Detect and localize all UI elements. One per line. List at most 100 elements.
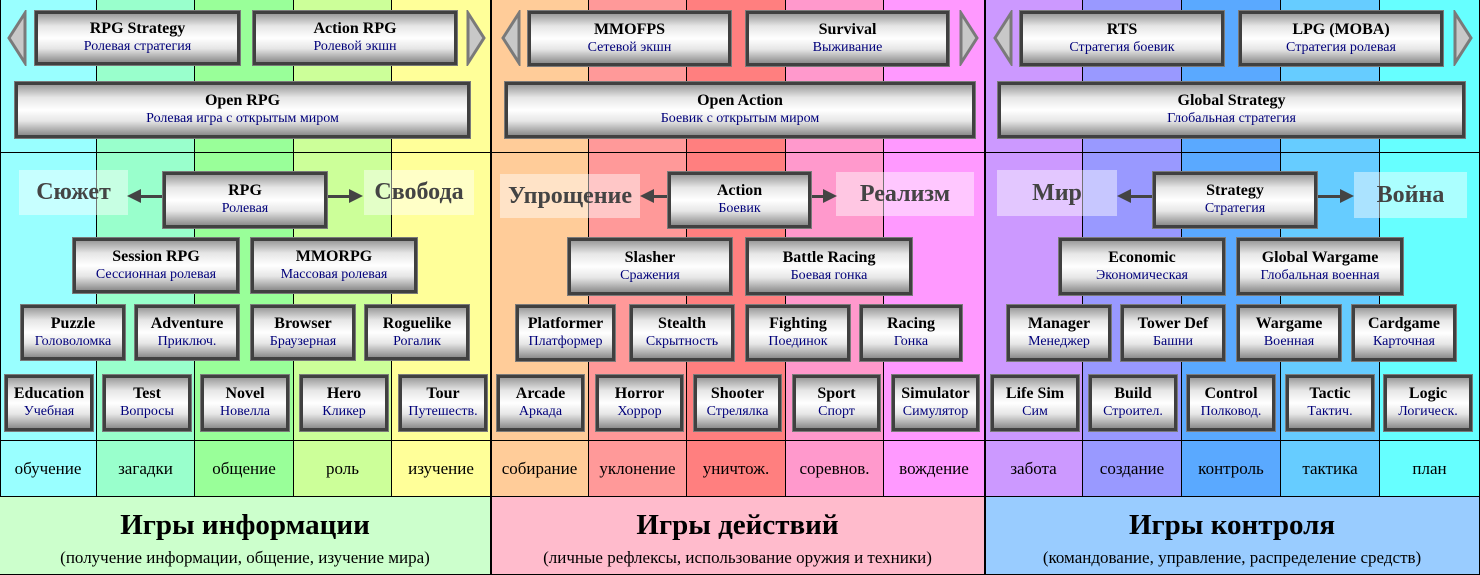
base-genre-box[interactable]: Horror Хоррор xyxy=(595,374,684,432)
genre-name: Education xyxy=(13,385,85,402)
genre-box[interactable]: Platformer Платформер xyxy=(515,304,616,362)
base-genre-box[interactable]: Build Строител. xyxy=(1088,374,1178,432)
genre-name-ru: Гонка xyxy=(893,334,929,349)
open-world-box[interactable]: Open RPG Ролевая игра с открытым миром xyxy=(14,81,471,139)
arrow-left-icon xyxy=(127,189,141,203)
base-genre-box[interactable]: Simulator Симулятор xyxy=(891,374,980,432)
genre-name: Global Strategy xyxy=(1177,92,1286,109)
genre-name: Action xyxy=(716,182,763,199)
top-genre-box[interactable]: RTS Стратегия боевик xyxy=(1019,10,1225,67)
genre-name: Build xyxy=(1114,385,1152,402)
genre-name: RPG Strategy xyxy=(89,20,186,37)
base-genre-box[interactable]: Hero Кликер xyxy=(299,374,389,432)
subgenre-box[interactable]: Battle Racing Боевая гонка xyxy=(745,237,913,296)
open-world-box[interactable]: Open Action Боевик с открытым миром xyxy=(504,81,976,139)
chevron-left-icon[interactable] xyxy=(500,7,522,69)
genre-name: RPG xyxy=(228,182,262,199)
genre-name-ru: Экономическая xyxy=(1096,267,1188,283)
root-genre-box[interactable]: Strategy Стратегия xyxy=(1152,171,1318,229)
genre-name-ru: Хоррор xyxy=(617,404,662,419)
top-genre-box[interactable]: RPG Strategy Ролевая стратегия xyxy=(34,10,241,66)
genre-name-ru: Боевая гонка xyxy=(790,267,868,283)
genre-box[interactable]: Manager Менеджер xyxy=(1006,304,1112,362)
genre-name: Test xyxy=(133,385,161,402)
top-genre-box[interactable]: Action RPG Ролевой экшн xyxy=(252,10,458,66)
genre-box[interactable]: Adventure Приключ. xyxy=(134,304,240,361)
chevron-left-icon[interactable] xyxy=(992,7,1014,69)
genre-name-ru: Вопросы xyxy=(120,404,174,419)
activity-cell: уничтож. xyxy=(687,440,786,496)
open-world-box[interactable]: Global Strategy Глобальная стратегия xyxy=(997,81,1466,139)
root-genre-box[interactable]: Action Боевик xyxy=(667,171,812,229)
chevron-left-icon[interactable] xyxy=(6,7,28,69)
genre-name: Tactic xyxy=(1309,385,1351,402)
genre-name-ru: Аркада xyxy=(518,404,563,419)
top-genre-box[interactable]: MMOFPS Сетевой экшн xyxy=(527,10,732,67)
genre-name-ru: Ролевая игра с открытым миром xyxy=(146,111,339,126)
top-genre-box[interactable]: Survival Выживание xyxy=(745,10,950,67)
base-genre-box[interactable]: Shooter Стрелялка xyxy=(693,374,782,432)
genre-name: Action RPG xyxy=(313,20,397,37)
arrow-right-icon xyxy=(1340,189,1354,203)
genre-name-ru: Военная xyxy=(1263,334,1315,349)
chevron-right-icon[interactable] xyxy=(1452,7,1474,69)
base-genre-box[interactable]: Tactic Тактич. xyxy=(1285,374,1375,432)
genre-box[interactable]: Fighting Поединок xyxy=(745,304,851,362)
genre-name: Platformer xyxy=(527,315,604,332)
root-genre-box[interactable]: RPG Ролевая xyxy=(162,171,328,229)
base-genre-box[interactable]: Life Sim Сим xyxy=(990,374,1080,432)
genre-name: Open Action xyxy=(697,92,783,109)
base-genre-box[interactable]: Novel Новелла xyxy=(200,374,290,432)
genre-box[interactable]: Puzzle Головоломка xyxy=(20,304,126,361)
base-genre-box[interactable]: Test Вопросы xyxy=(102,374,192,432)
arrow-right-icon xyxy=(823,189,837,203)
activity-cell: уклонение xyxy=(589,440,687,496)
genre-box[interactable]: Browser Браузерная xyxy=(250,304,356,361)
subgenre-box[interactable]: Economic Экономическая xyxy=(1058,237,1226,296)
genre-name-ru: Логическ. xyxy=(1398,404,1458,419)
genre-name-ru: Новелла xyxy=(219,404,271,419)
genre-name-ru: Стратегия боевик xyxy=(1069,39,1175,55)
genre-name: Strategy xyxy=(1206,182,1264,199)
genre-name: Adventure xyxy=(150,314,224,332)
genre-name-ru: Полковод. xyxy=(1200,404,1262,419)
genre-name-ru: Платформер xyxy=(528,334,603,349)
genre-name: Control xyxy=(1204,385,1258,402)
genre-name: MMOFPS xyxy=(593,20,666,38)
genre-name-ru: Стратегия xyxy=(1204,201,1266,216)
genre-box[interactable]: Cardgame Карточная xyxy=(1351,304,1457,362)
genre-name: Logic xyxy=(1408,385,1448,402)
activity-cell: собирание xyxy=(491,440,589,496)
genre-name-ru: Ролевая стратегия xyxy=(83,39,192,54)
axis-label-right: Свобода xyxy=(364,170,474,215)
subgenre-box[interactable]: Session RPG Сессионная ролевая xyxy=(72,237,240,294)
genre-box[interactable]: Wargame Военная xyxy=(1236,304,1342,362)
base-genre-box[interactable]: Arcade Аркада xyxy=(496,374,585,432)
genre-name-ru: Путешеств. xyxy=(408,404,478,419)
base-genre-box[interactable]: Control Полковод. xyxy=(1186,374,1276,432)
genre-name-ru: Сетевой экшн xyxy=(587,39,672,55)
genre-name-ru: Выживание xyxy=(812,39,883,55)
subgenre-box[interactable]: Global Wargame Глобальная военная xyxy=(1236,237,1404,296)
top-genre-box[interactable]: LPG (MOBA) Стратегия ролевая xyxy=(1238,10,1444,67)
chevron-right-icon[interactable] xyxy=(465,7,487,69)
genre-box[interactable]: Tower Def Башни xyxy=(1120,304,1226,362)
subgenre-box[interactable]: MMORPG Массовая ролевая xyxy=(250,237,418,294)
base-genre-box[interactable]: Logic Логическ. xyxy=(1383,374,1473,432)
base-genre-box[interactable]: Sport Спорт xyxy=(792,374,881,432)
genre-box[interactable]: Racing Гонка xyxy=(859,304,963,362)
genre-name-ru: Стрелялка xyxy=(706,404,769,419)
axis-label-left: Упрощение xyxy=(500,174,640,218)
category-footer: Игры действий (личные рефлексы, использов… xyxy=(491,496,985,575)
chevron-right-icon[interactable] xyxy=(958,7,980,69)
genre-box[interactable]: Stealth Скрытность xyxy=(629,304,735,362)
genre-name-ru: Глобальная военная xyxy=(1260,267,1380,283)
category-footer: Игры контроля (командование, управление, … xyxy=(985,496,1480,575)
genre-name-ru: Поединок xyxy=(768,334,828,349)
genre-box[interactable]: Roguelike Рогалик xyxy=(364,304,470,361)
row-divider xyxy=(0,152,1480,153)
genre-name-ru: Сессионная ролевая xyxy=(95,266,217,282)
base-genre-box[interactable]: Education Учебная xyxy=(4,374,94,432)
base-genre-box[interactable]: Tour Путешеств. xyxy=(398,374,488,432)
subgenre-box[interactable]: Slasher Сражения xyxy=(567,237,733,296)
